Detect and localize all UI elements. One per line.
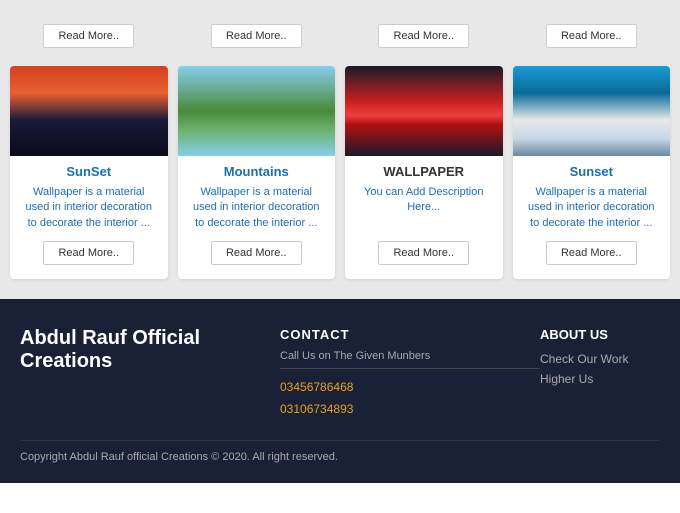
- card-sunset: SunSet Wallpaper is a material used in i…: [10, 66, 168, 279]
- footer-phone-1: 03456786468: [280, 377, 540, 399]
- card-wallpaper-image: [345, 66, 503, 156]
- card-mountains-title: Mountains: [216, 164, 297, 179]
- footer-divider: [280, 368, 540, 369]
- footer-link-check-work[interactable]: Check Our Work: [540, 352, 660, 366]
- footer-link-higher-us[interactable]: Higher Us: [540, 372, 660, 386]
- card-mountains-desc: Wallpaper is a material used in interior…: [178, 185, 336, 231]
- footer-copyright: Copyright Abdul Rauf official Creations …: [20, 440, 660, 463]
- card-sunset2-read-more[interactable]: Read More..: [546, 241, 637, 265]
- top-read-more-btn-2[interactable]: Read More..: [211, 24, 302, 48]
- card-wallpaper: WALLPAPER You can Add Description Here..…: [345, 66, 503, 279]
- card-sunset2-title: Sunset: [562, 164, 621, 179]
- card-mountains: Mountains Wallpaper is a material used i…: [178, 66, 336, 279]
- top-read-more-btn-3[interactable]: Read More..: [378, 24, 469, 48]
- footer-contact-title: CONTACT: [280, 327, 540, 342]
- footer-phone-2: 03106734893: [280, 399, 540, 421]
- card-mountains-image: [178, 66, 336, 156]
- card-sunset2: Sunset Wallpaper is a material used in i…: [513, 66, 671, 279]
- footer-top: Abdul Rauf Official Creations CONTACT Ca…: [20, 327, 660, 420]
- card-sunset-desc: Wallpaper is a material used in interior…: [10, 185, 168, 231]
- footer-contact-subtitle: Call Us on The Given Munbers: [280, 350, 540, 362]
- card-sunset-title: SunSet: [58, 164, 119, 179]
- top-read-more-row: Read More.. Read More.. Read More.. Read…: [10, 10, 670, 56]
- footer-contact: CONTACT Call Us on The Given Munbers 034…: [280, 327, 540, 420]
- card-sunset2-desc: Wallpaper is a material used in interior…: [513, 185, 671, 231]
- top-read-more-btn-1[interactable]: Read More..: [43, 24, 134, 48]
- card-wallpaper-read-more[interactable]: Read More..: [378, 241, 469, 265]
- footer-about-title: ABOUT US: [540, 327, 660, 342]
- footer: Abdul Rauf Official Creations CONTACT Ca…: [0, 299, 680, 483]
- footer-links: ABOUT US Check Our Work Higher Us: [540, 327, 660, 386]
- card-sunset-image: [10, 66, 168, 156]
- card-sunset-read-more[interactable]: Read More..: [43, 241, 134, 265]
- cards-grid: SunSet Wallpaper is a material used in i…: [10, 66, 670, 279]
- card-mountains-read-more[interactable]: Read More..: [211, 241, 302, 265]
- card-wallpaper-desc: You can Add Description Here...: [345, 185, 503, 231]
- top-read-more-btn-4[interactable]: Read More..: [546, 24, 637, 48]
- card-sunset2-image: [513, 66, 671, 156]
- card-wallpaper-title: WALLPAPER: [375, 164, 472, 179]
- footer-brand: Abdul Rauf Official Creations: [20, 327, 220, 373]
